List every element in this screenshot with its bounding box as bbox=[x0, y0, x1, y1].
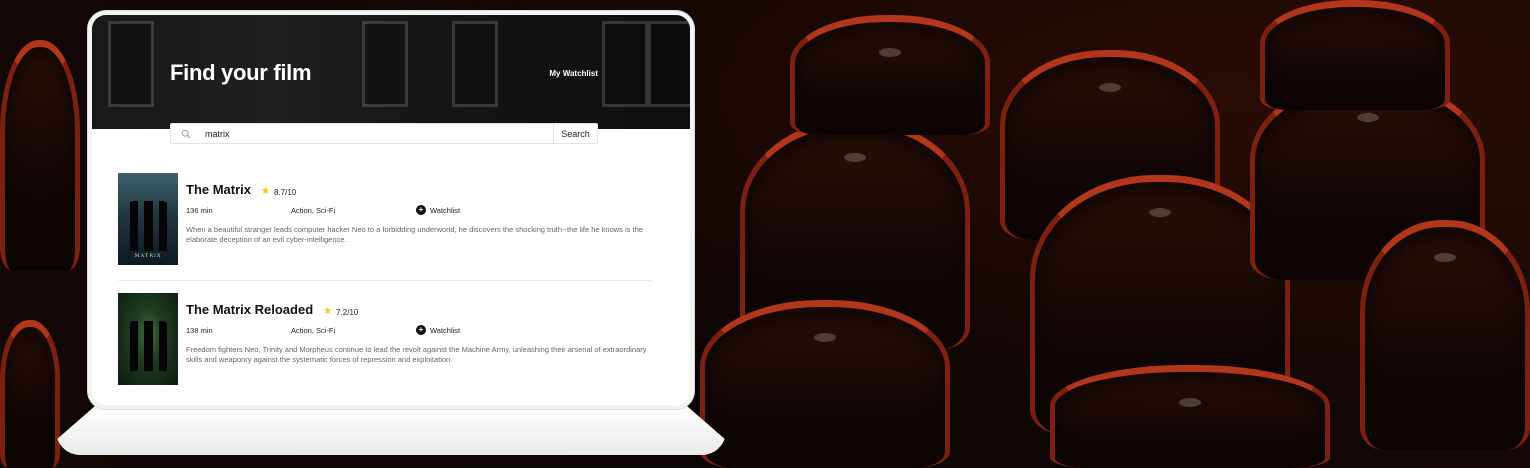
runtime: 138 min bbox=[186, 326, 213, 335]
seat-number-tag bbox=[1149, 208, 1171, 217]
search-button[interactable]: Search bbox=[553, 124, 597, 143]
genres: Action, Sci-Fi bbox=[291, 326, 336, 335]
result-info: The Matrix Reloaded ★ 7.2/10 138 min Act… bbox=[186, 293, 656, 365]
star-icon: ★ bbox=[261, 186, 270, 197]
seat bbox=[1050, 365, 1330, 468]
seat-number-tag bbox=[1099, 83, 1121, 92]
title-row: The Matrix ★ 8.7/10 bbox=[186, 182, 656, 197]
divider bbox=[118, 280, 652, 281]
watchlist-label: Watchlist bbox=[430, 205, 461, 215]
seat-number-tag bbox=[1179, 398, 1201, 407]
movie-poster[interactable] bbox=[118, 293, 178, 385]
seat-number-tag bbox=[879, 48, 901, 57]
seat bbox=[1360, 220, 1530, 450]
seat-number-tag bbox=[844, 153, 866, 162]
rating: ★ 7.2/10 bbox=[323, 307, 358, 317]
film-title[interactable]: The Matrix bbox=[186, 182, 251, 197]
runtime: 136 min bbox=[186, 206, 213, 215]
star-icon: ★ bbox=[323, 306, 333, 317]
meta-row: 138 min Action, Sci-Fi + Watchlist bbox=[186, 325, 656, 338]
rating-value: 7.2/10 bbox=[336, 307, 359, 317]
search-input[interactable] bbox=[201, 128, 553, 139]
movie-poster[interactable]: MATRIX bbox=[118, 173, 178, 265]
plus-circle-icon: + bbox=[416, 205, 426, 215]
poster-title: MATRIX bbox=[134, 253, 162, 259]
seat bbox=[0, 320, 60, 468]
rating-value: 8.7/10 bbox=[273, 187, 297, 197]
seat bbox=[0, 40, 80, 270]
plot-summary: Freedom fighters Neo, Trinity and Morphe… bbox=[186, 345, 647, 364]
my-watchlist-link[interactable]: My Watchlist bbox=[549, 69, 598, 78]
add-to-watchlist-button[interactable]: + Watchlist bbox=[416, 205, 460, 215]
seat bbox=[1260, 0, 1450, 110]
watchlist-label: Watchlist bbox=[430, 325, 461, 335]
plus-circle-icon: + bbox=[416, 325, 426, 335]
laptop-screen: Find your film My Watchlist Search MATRI… bbox=[88, 11, 694, 409]
film-title[interactable]: The Matrix Reloaded bbox=[186, 302, 313, 317]
meta-row: 136 min Action, Sci-Fi + Watchlist bbox=[186, 205, 656, 218]
seat-number-tag bbox=[1356, 113, 1379, 122]
seat bbox=[700, 300, 950, 468]
app-window: Find your film My Watchlist Search MATRI… bbox=[92, 15, 690, 405]
title-row: The Matrix Reloaded ★ 7.2/10 bbox=[186, 302, 656, 317]
hero-banner: Find your film My Watchlist bbox=[92, 15, 690, 129]
genres: Action, Sci-Fi bbox=[291, 206, 336, 215]
seat-number-tag bbox=[814, 333, 836, 342]
add-to-watchlist-button[interactable]: + Watchlist bbox=[416, 325, 460, 335]
seat-number-tag bbox=[1434, 253, 1456, 262]
search-icon bbox=[171, 124, 201, 143]
result-info: The Matrix ★ 8.7/10 136 min Action, Sci-… bbox=[186, 173, 656, 245]
poster-figures bbox=[126, 201, 170, 251]
seat bbox=[790, 15, 990, 135]
laptop-base bbox=[56, 405, 726, 455]
plot-summary: When a beautiful stranger leads computer… bbox=[186, 225, 643, 244]
poster-figures bbox=[126, 321, 170, 371]
search-bar: Search bbox=[170, 123, 598, 144]
rating: ★ 8.7/10 bbox=[261, 187, 296, 197]
page-title: Find your film bbox=[170, 60, 312, 85]
